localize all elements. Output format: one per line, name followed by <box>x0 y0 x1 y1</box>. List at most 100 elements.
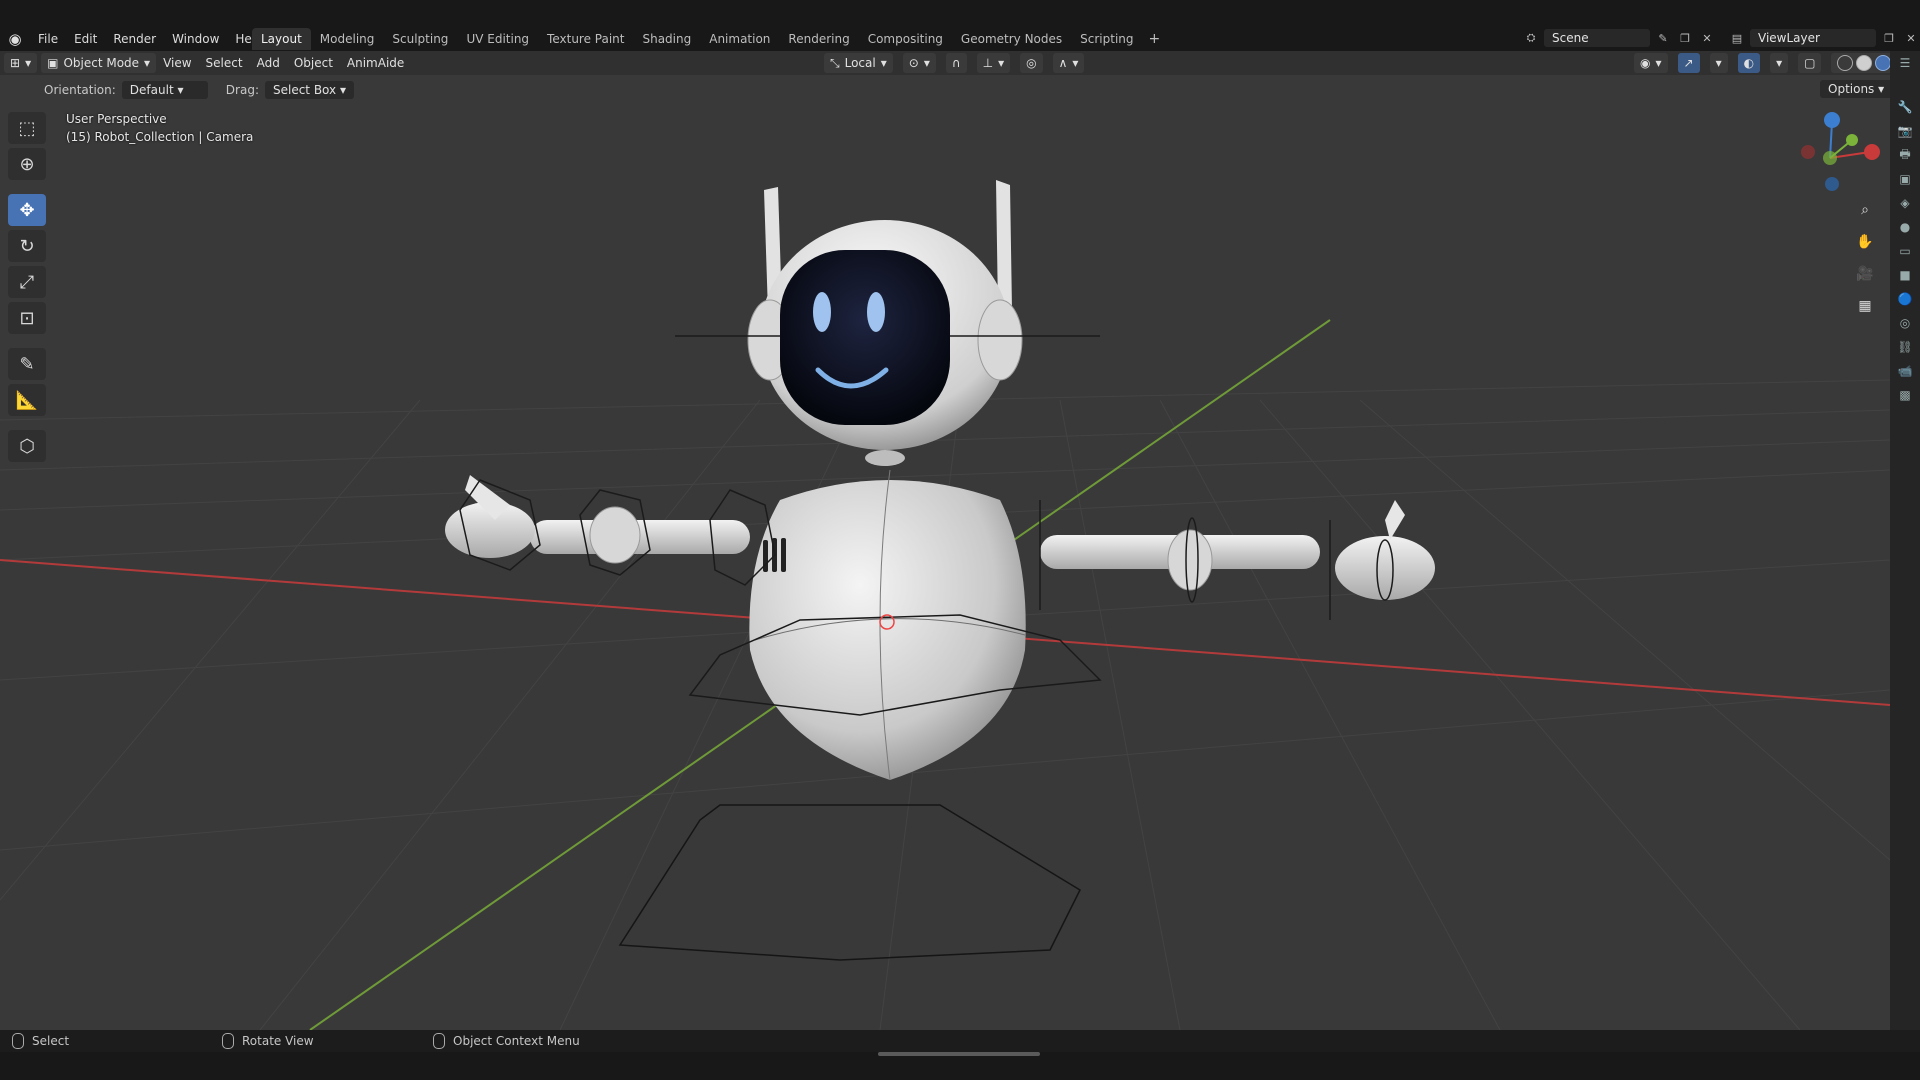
menu-select[interactable]: Select <box>199 53 250 73</box>
tool-icon[interactable]: 🔧 <box>1890 95 1920 119</box>
scene-name-field[interactable]: Scene <box>1544 29 1650 47</box>
tab-scripting[interactable]: Scripting <box>1071 28 1142 50</box>
tab-animation[interactable]: Animation <box>700 28 779 50</box>
rotate-tool-icon[interactable]: ↻ <box>8 230 46 262</box>
view-layer-props-icon[interactable]: ▣ <box>1890 167 1920 191</box>
x-axis-handle[interactable] <box>1864 144 1880 160</box>
chevron-down-icon: ▾ <box>144 56 151 70</box>
tab-uv-editing[interactable]: UV Editing <box>457 28 538 50</box>
tab-compositing[interactable]: Compositing <box>859 28 952 50</box>
new-scene-icon[interactable]: ❐ <box>1676 29 1694 47</box>
pin-icon[interactable]: ✎ <box>1654 29 1672 47</box>
drag-select[interactable]: Select Box ▾ <box>264 81 354 99</box>
proportional-toggle[interactable]: ◎ <box>1020 53 1043 73</box>
camera-view-icon[interactable]: 🎥 <box>1852 262 1878 286</box>
snap-target-dropdown[interactable]: ⊥ ▾ <box>976 53 1011 73</box>
view-layer-field[interactable]: ViewLayer <box>1750 29 1876 47</box>
move-tool-icon[interactable]: ✥ <box>8 194 46 226</box>
bottom-strip <box>0 1052 1920 1080</box>
orientation-dropdown[interactable]: ⤡ Local ▾ <box>824 53 893 73</box>
gizmo-icon: ↗ <box>1683 56 1694 70</box>
3d-viewport[interactable]: User Perspective (15) Robot_Collection |… <box>0 75 1890 1030</box>
visibility-dropdown[interactable]: ◉ ▾ <box>1634 53 1668 73</box>
pivot-dropdown[interactable]: ⊙ ▾ <box>902 53 936 73</box>
tab-texture-paint[interactable]: Texture Paint <box>538 28 633 50</box>
gizmo-dropdown[interactable]: ▾ <box>1709 53 1728 73</box>
annotate-tool-icon[interactable]: ✎ <box>8 348 46 380</box>
cursor-tool-icon[interactable]: ⊕ <box>8 148 46 180</box>
wireframe-shading-icon[interactable] <box>1837 55 1854 71</box>
new-view-layer-icon[interactable]: ❐ <box>1880 29 1898 47</box>
tab-rendering[interactable]: Rendering <box>779 28 858 50</box>
orientation-select[interactable]: Default ▾ <box>121 81 208 99</box>
zoom-icon[interactable]: ⌕ <box>1852 198 1878 222</box>
collection-icon[interactable]: ▭ <box>1890 239 1920 263</box>
select-box-tool-icon[interactable]: ⬚ <box>8 112 46 144</box>
menu-render[interactable]: Render <box>105 28 164 50</box>
tab-shading[interactable]: Shading <box>633 28 700 50</box>
render-icon[interactable]: 📷 <box>1890 119 1920 143</box>
mode-label: Object Mode <box>63 56 140 70</box>
base-control-ring <box>618 804 1081 961</box>
object-props-icon[interactable]: ■ <box>1890 263 1920 287</box>
z-axis-handle[interactable] <box>1824 112 1840 128</box>
overlays-toggle[interactable]: ◐ <box>1737 53 1761 73</box>
menu-edit[interactable]: Edit <box>66 28 105 50</box>
scale-tool-icon[interactable]: ⤢ <box>8 266 46 298</box>
right-mouse-icon <box>433 1033 445 1049</box>
menu-file[interactable]: File <box>30 28 66 50</box>
pivot-icon: ⊙ <box>908 56 919 70</box>
tab-sculpting[interactable]: Sculpting <box>383 28 457 50</box>
physics-icon[interactable]: ◎ <box>1890 311 1920 335</box>
world-icon[interactable]: ● <box>1890 215 1920 239</box>
tab-layout[interactable]: Layout <box>252 28 311 50</box>
editor-type-button[interactable]: ⊞ ▾ <box>4 53 38 73</box>
snap-toggle[interactable]: ∩ <box>945 53 967 73</box>
remove-view-layer-icon[interactable]: ✕ <box>1902 29 1920 47</box>
menu-object[interactable]: Object <box>287 53 340 73</box>
output-icon[interactable]: 🖶 <box>1890 143 1920 167</box>
menu-view[interactable]: View <box>156 53 198 73</box>
neg-x-handle[interactable] <box>1801 145 1815 159</box>
add-workspace-button[interactable]: + <box>1143 28 1167 50</box>
menu-window[interactable]: Window <box>164 28 227 50</box>
constraints-icon[interactable]: ⛓ <box>1890 335 1920 359</box>
tab-geometry-nodes[interactable]: Geometry Nodes <box>952 28 1071 50</box>
transform-tool-icon[interactable]: ⊡ <box>8 302 46 334</box>
menu-add[interactable]: Add <box>250 53 287 73</box>
options-dropdown[interactable]: Options ▾ <box>1820 80 1893 98</box>
modifier-icon[interactable]: 🔵 <box>1890 287 1920 311</box>
scene-props-icon[interactable]: ◈ <box>1890 191 1920 215</box>
perspective-toggle-icon[interactable]: ▦ <box>1852 294 1878 318</box>
overlays-dropdown[interactable]: ▾ <box>1770 53 1789 73</box>
solid-shading-icon[interactable] <box>1856 55 1873 71</box>
neg-z-handle[interactable] <box>1825 177 1839 191</box>
data-props-icon[interactable]: 📹 <box>1890 359 1920 383</box>
right-hand <box>1335 536 1435 600</box>
menu-animaide[interactable]: AnimAide <box>340 53 411 73</box>
remove-scene-icon[interactable]: ✕ <box>1698 29 1716 47</box>
measure-tool-icon[interactable]: 📐 <box>8 384 46 416</box>
outliner-icon[interactable]: ☰ <box>1890 51 1920 75</box>
falloff-dropdown[interactable]: ∧ ▾ <box>1052 53 1085 73</box>
add-cube-tool-icon[interactable]: ⬡ <box>8 430 46 462</box>
eye-icon: ◉ <box>1640 56 1651 70</box>
xray-toggle[interactable]: ▢ <box>1798 53 1822 73</box>
view-layer-icon[interactable]: ▤ <box>1728 29 1746 47</box>
status-context-label: Object Context Menu <box>453 1034 580 1048</box>
status-bar: Select Rotate View Object Context Menu <box>0 1030 1920 1052</box>
y-axis-handle[interactable] <box>1846 134 1858 146</box>
scene-icon[interactable]: ⛭ <box>1522 29 1540 47</box>
workspace-tabs: Layout Modeling Sculpting UV Editing Tex… <box>252 28 1166 50</box>
tab-modeling[interactable]: Modeling <box>311 28 384 50</box>
tool-shelf: ⬚ ⊕ ✥ ↻ ⤢ ⊡ ✎ 📐 ⬡ <box>8 112 48 462</box>
gizmo-toggle[interactable]: ↗ <box>1677 53 1700 73</box>
blender-logo-icon[interactable]: ◉ <box>0 28 30 50</box>
editor-type-icon: ⊞ <box>10 56 21 70</box>
texture-icon[interactable]: ▩ <box>1890 383 1920 407</box>
scroll-handle[interactable] <box>878 1052 1040 1056</box>
navigation-gizmo[interactable] <box>1790 110 1890 200</box>
robot-body <box>749 480 1026 780</box>
pan-hand-icon[interactable]: ✋ <box>1852 230 1878 254</box>
mode-dropdown[interactable]: ▣ Object Mode ▾ <box>41 53 157 73</box>
